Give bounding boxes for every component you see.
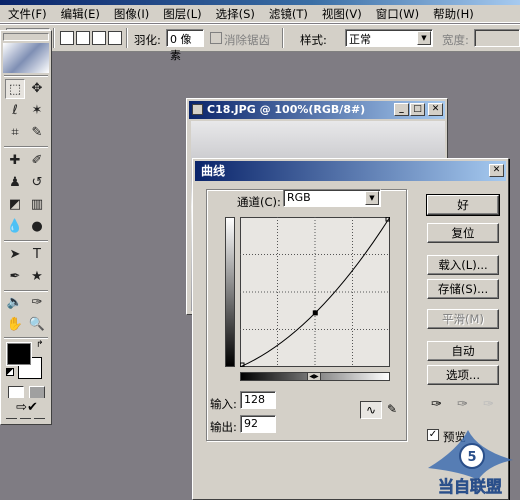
separator [4, 337, 48, 339]
menu-window[interactable]: 窗口(W) [372, 6, 423, 22]
slice-tool-icon[interactable]: ✎ [27, 123, 47, 143]
menu-filter[interactable]: 滤镜(T) [265, 6, 312, 22]
menu-file[interactable]: 文件(F) [4, 6, 51, 22]
watermark-text: 当自联盟 [438, 477, 502, 496]
toolbox: ⬚ ✥ ℓ ✶ ⌗ ✎ ✚ ✐ ♟ ↺ ◩ ▥ 💧 ● ➤ T ✒ ★ 🔈 ✑ … [0, 30, 52, 425]
separator [4, 75, 48, 77]
input-gradient-bar: ◀▶ [240, 372, 390, 381]
antialias-checkbox[interactable] [210, 32, 222, 44]
marquee-tool-icon[interactable]: ⬚ [5, 79, 25, 99]
magic-wand-icon[interactable]: ✶ [27, 101, 47, 121]
feather-input[interactable]: 0 像素 [166, 29, 204, 62]
notes-tool-icon[interactable]: 🔈 [5, 293, 25, 313]
auto-button[interactable]: 自动 [427, 341, 499, 361]
load-button[interactable]: 载入(L)... [427, 255, 499, 275]
options-button[interactable]: 选项... [427, 365, 499, 385]
healing-brush-icon[interactable]: ✚ [5, 151, 25, 171]
crop-tool-icon[interactable]: ⌗ [5, 123, 25, 143]
maximize-icon[interactable]: □ [410, 103, 425, 116]
close-icon[interactable]: ✕ [489, 164, 504, 177]
watermark-logo: 5 当自联盟 [428, 430, 513, 496]
move-tool-icon[interactable]: ✥ [27, 79, 47, 99]
new-selection-icon[interactable] [60, 31, 74, 45]
feather-label: 羽化: [134, 33, 161, 47]
eraser-tool-icon[interactable]: ◩ [5, 195, 25, 215]
output-gradient-bar [225, 217, 235, 367]
add-selection-icon[interactable] [76, 31, 90, 45]
menu-select[interactable]: 选择(S) [212, 6, 259, 22]
style-select-value: 正常 [349, 33, 371, 46]
svg-text:5: 5 [467, 450, 476, 465]
style-label: 样式: [300, 33, 327, 47]
dodge-tool-icon[interactable]: ● [27, 217, 47, 237]
default-colors-icon[interactable] [6, 368, 14, 376]
width-input[interactable] [474, 29, 520, 47]
curves-titlebar[interactable]: 曲线 ✕ [195, 161, 506, 181]
separator [4, 240, 48, 242]
close-icon[interactable]: ✕ [428, 103, 443, 116]
menu-edit[interactable]: 编辑(E) [57, 6, 104, 22]
antialias-label: 消除锯齿 [224, 33, 270, 47]
minimize-icon[interactable]: _ [394, 103, 409, 116]
separator [282, 28, 284, 48]
imageready-jump-icon[interactable]: ⇨✔ [5, 398, 49, 418]
separator [4, 146, 48, 148]
channel-select-value: RGB [287, 191, 311, 204]
hand-tool-icon[interactable]: ✋ [5, 315, 25, 335]
black-eyedropper-icon[interactable]: ✑ [431, 397, 447, 413]
zoom-tool-icon[interactable]: 🔍 [27, 315, 47, 335]
separator [53, 28, 55, 48]
ok-button[interactable]: 好 [426, 194, 500, 216]
menu-help[interactable]: 帮助(H) [429, 6, 478, 22]
path-select-icon[interactable]: ➤ [5, 245, 25, 265]
white-eyedropper-icon[interactable]: ✑ [483, 397, 499, 413]
smooth-button[interactable]: 平滑(M) [427, 309, 499, 329]
gradient-toggle-icon[interactable]: ◀▶ [307, 372, 321, 381]
chevron-down-icon[interactable]: ▼ [365, 191, 379, 205]
width-label: 宽度: [442, 33, 469, 47]
lasso-tool-icon[interactable]: ℓ [5, 101, 25, 121]
pencil-tool-icon[interactable]: ✎ [384, 401, 400, 419]
menu-bar: 文件(F) 编辑(E) 图像(I) 图层(L) 选择(S) 滤镜(T) 视图(V… [0, 5, 520, 23]
channel-select[interactable]: RGB ▼ [283, 189, 381, 207]
image-window-titlebar[interactable]: C18.JPG @ 100%(RGB/8#) _ □ ✕ [189, 101, 445, 119]
menu-view[interactable]: 视图(V) [318, 6, 366, 22]
subtract-selection-icon[interactable] [92, 31, 106, 45]
options-bar: 羽化: 0 像素 消除锯齿 样式: 正常 ▼ 宽度: [0, 24, 520, 62]
input-field[interactable]: 128 [240, 391, 276, 409]
separator [126, 28, 128, 48]
reset-button[interactable]: 复位 [427, 223, 499, 243]
pen-tool-icon[interactable]: ✒ [5, 267, 25, 287]
chevron-down-icon[interactable]: ▼ [417, 31, 431, 45]
history-brush-icon[interactable]: ↺ [27, 173, 47, 193]
blur-tool-icon[interactable]: 💧 [5, 217, 25, 237]
swap-colors-icon[interactable]: ↱ [36, 340, 44, 350]
gradient-tool-icon[interactable]: ▥ [27, 195, 47, 215]
style-select[interactable]: 正常 ▼ [345, 29, 433, 47]
curve-point-tool-icon[interactable]: ∿ [360, 401, 382, 419]
gray-eyedropper-icon[interactable]: ✑ [457, 397, 473, 413]
intersect-selection-icon[interactable] [108, 31, 122, 45]
save-button[interactable]: 存储(S)... [427, 279, 499, 299]
document-icon [192, 104, 203, 115]
channel-label: 通道(C): [237, 195, 281, 209]
menu-image[interactable]: 图像(I) [110, 6, 153, 22]
separator [4, 290, 48, 292]
shape-tool-icon[interactable]: ★ [27, 267, 47, 287]
type-tool-icon[interactable]: T [27, 245, 47, 265]
output-field[interactable]: 92 [240, 415, 276, 433]
image-window-title: C18.JPG @ 100%(RGB/8#) [207, 103, 366, 116]
eyedropper-tool-icon[interactable]: ✑ [27, 293, 47, 313]
curves-title: 曲线 [201, 164, 226, 178]
toolbox-grip[interactable] [3, 33, 49, 41]
foreground-color-swatch[interactable] [7, 343, 31, 365]
stamp-tool-icon[interactable]: ♟ [5, 173, 25, 193]
curve-graph[interactable] [240, 217, 390, 367]
adobe-feather-logo[interactable] [3, 43, 49, 73]
curve-control-point[interactable] [312, 310, 318, 316]
output-label: 输出: [210, 420, 237, 434]
brush-tool-icon[interactable]: ✐ [27, 151, 47, 171]
menu-layer[interactable]: 图层(L) [159, 6, 205, 22]
input-label: 输入: [210, 397, 237, 411]
